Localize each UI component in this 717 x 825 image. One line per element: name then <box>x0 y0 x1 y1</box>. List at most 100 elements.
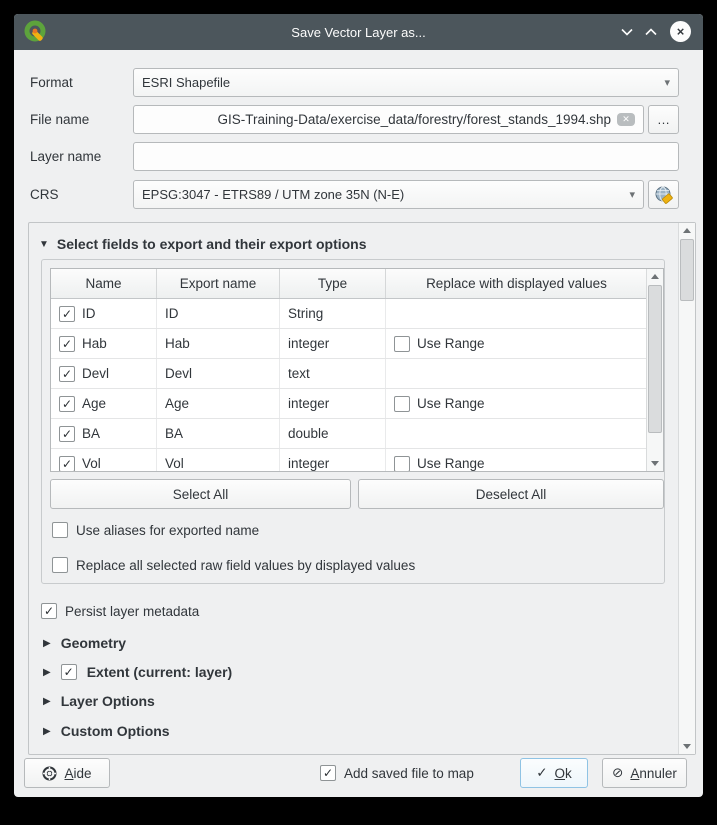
ok-button[interactable]: ✓ Ok <box>520 758 588 788</box>
replace-all-label: Replace all selected raw field values by… <box>76 558 415 573</box>
scrollbar-thumb[interactable] <box>680 239 694 301</box>
section-extent[interactable]: ▶ Extent (current: layer) <box>43 664 232 680</box>
table-row[interactable]: ID ID String <box>51 299 663 329</box>
use-aliases-checkbox[interactable] <box>52 522 68 538</box>
select-all-button[interactable]: Select All <box>50 479 351 509</box>
field-name: BA <box>82 426 100 441</box>
col-header-export-name[interactable]: Export name <box>157 269 280 298</box>
cancel-icon: ⊘ <box>612 765 623 781</box>
file-name-label: File name <box>30 112 89 130</box>
format-select[interactable]: ESRI Shapefile ▾ <box>133 68 679 97</box>
field-name: ID <box>82 306 96 321</box>
field-type: integer <box>280 329 386 358</box>
fields-table-header: Name Export name Type Replace with displ… <box>51 269 663 299</box>
field-type: text <box>280 359 386 388</box>
table-row[interactable]: BA BA double <box>51 419 663 449</box>
scroll-up-icon[interactable] <box>647 269 663 284</box>
field-checkbox[interactable] <box>59 396 75 412</box>
check-icon: ✓ <box>536 765 547 781</box>
format-label: Format <box>30 75 73 93</box>
file-name-value: GIS-Training-Data/exercise_data/forestry… <box>218 112 611 127</box>
chevron-down-icon: ▾ <box>664 76 670 89</box>
field-checkbox[interactable] <box>59 426 75 442</box>
table-row[interactable]: Devl Devl text <box>51 359 663 389</box>
help-button-label: Aide <box>64 766 91 781</box>
field-checkbox[interactable] <box>59 306 75 322</box>
table-row[interactable]: Vol Vol integer Use Range <box>51 449 663 472</box>
field-replace-cell <box>386 299 647 328</box>
field-checkbox[interactable] <box>59 456 75 472</box>
col-header-name[interactable]: Name <box>51 269 157 298</box>
fields-section-header[interactable]: ▼ Select fields to export and their expo… <box>39 236 367 252</box>
field-replace-cell: Use Range <box>386 389 647 418</box>
file-name-input[interactable]: GIS-Training-Data/exercise_data/forestry… <box>133 105 644 134</box>
crs-label: CRS <box>30 187 59 205</box>
section-label: Geometry <box>61 635 126 651</box>
options-scrollbar[interactable] <box>678 223 695 754</box>
scroll-down-icon[interactable] <box>679 739 695 754</box>
scrollbar-thumb[interactable] <box>648 285 662 433</box>
cancel-button[interactable]: ⊘ Annuler <box>602 758 687 788</box>
format-value: ESRI Shapefile <box>142 75 230 90</box>
field-type: double <box>280 419 386 448</box>
extent-checkbox[interactable] <box>61 664 77 680</box>
field-export-name[interactable]: BA <box>157 419 280 448</box>
persist-metadata-row: Persist layer metadata <box>41 603 199 619</box>
help-button[interactable]: Aide <box>24 758 110 788</box>
field-export-name[interactable]: Hab <box>157 329 280 358</box>
use-aliases-label: Use aliases for exported name <box>76 523 259 538</box>
persist-metadata-checkbox[interactable] <box>41 603 57 619</box>
window-title: Save Vector Layer as... <box>14 25 703 40</box>
field-type: String <box>280 299 386 328</box>
field-export-name[interactable]: Devl <box>157 359 280 388</box>
crs-select[interactable]: EPSG:3047 - ETRS89 / UTM zone 35N (N-E) … <box>133 180 644 209</box>
use-aliases-row: Use aliases for exported name <box>52 522 259 538</box>
use-range-checkbox[interactable] <box>394 456 410 472</box>
scroll-down-icon[interactable] <box>647 456 663 471</box>
browse-button[interactable]: … <box>648 105 679 134</box>
close-icon[interactable]: × <box>670 21 691 42</box>
minimize-chevron-down-icon[interactable] <box>617 22 637 42</box>
clear-icon[interactable]: ✕ <box>617 113 635 126</box>
fields-group-frame: Name Export name Type Replace with displ… <box>41 259 665 584</box>
field-export-name[interactable]: Age <box>157 389 280 418</box>
triangle-collapsed-icon: ▶ <box>43 726 51 737</box>
field-export-name[interactable]: ID <box>157 299 280 328</box>
crs-picker-button[interactable] <box>648 180 679 209</box>
scroll-up-icon[interactable] <box>679 223 695 238</box>
globe-edit-icon <box>654 185 674 205</box>
section-layer-options[interactable]: ▶ Layer Options <box>43 693 155 709</box>
replace-all-checkbox[interactable] <box>52 557 68 573</box>
fields-section-title: Select fields to export and their export… <box>57 236 367 252</box>
add-to-map-checkbox[interactable] <box>320 765 336 781</box>
field-name: Hab <box>82 336 107 351</box>
use-range-label: Use Range <box>417 336 485 351</box>
section-label: Extent (current: layer) <box>87 664 232 680</box>
maximize-chevron-up-icon[interactable] <box>641 22 661 42</box>
table-row[interactable]: Hab Hab integer Use Range <box>51 329 663 359</box>
triangle-collapsed-icon: ▶ <box>43 696 51 707</box>
col-header-replace[interactable]: Replace with displayed values <box>386 269 647 298</box>
field-name: Devl <box>82 366 109 381</box>
field-checkbox[interactable] <box>59 366 75 382</box>
persist-metadata-label: Persist layer metadata <box>65 604 199 619</box>
table-row[interactable]: Age Age integer Use Range <box>51 389 663 419</box>
titlebar: Save Vector Layer as... × <box>14 14 703 50</box>
layer-name-input[interactable] <box>133 142 679 171</box>
col-header-type[interactable]: Type <box>280 269 386 298</box>
deselect-all-button[interactable]: Deselect All <box>358 479 664 509</box>
field-replace-cell: Use Range <box>386 449 647 472</box>
use-range-checkbox[interactable] <box>394 336 410 352</box>
layer-name-label: Layer name <box>30 149 101 167</box>
field-replace-cell: Use Range <box>386 329 647 358</box>
field-export-name[interactable]: Vol <box>157 449 280 472</box>
use-range-checkbox[interactable] <box>394 396 410 412</box>
add-to-map-label: Add saved file to map <box>344 766 474 781</box>
use-range-label: Use Range <box>417 456 485 471</box>
table-scrollbar[interactable] <box>646 269 663 471</box>
section-custom-options[interactable]: ▶ Custom Options <box>43 723 170 739</box>
field-checkbox[interactable] <box>59 336 75 352</box>
field-replace-cell <box>386 419 647 448</box>
section-geometry[interactable]: ▶ Geometry <box>43 635 126 651</box>
triangle-collapsed-icon: ▶ <box>43 638 51 649</box>
